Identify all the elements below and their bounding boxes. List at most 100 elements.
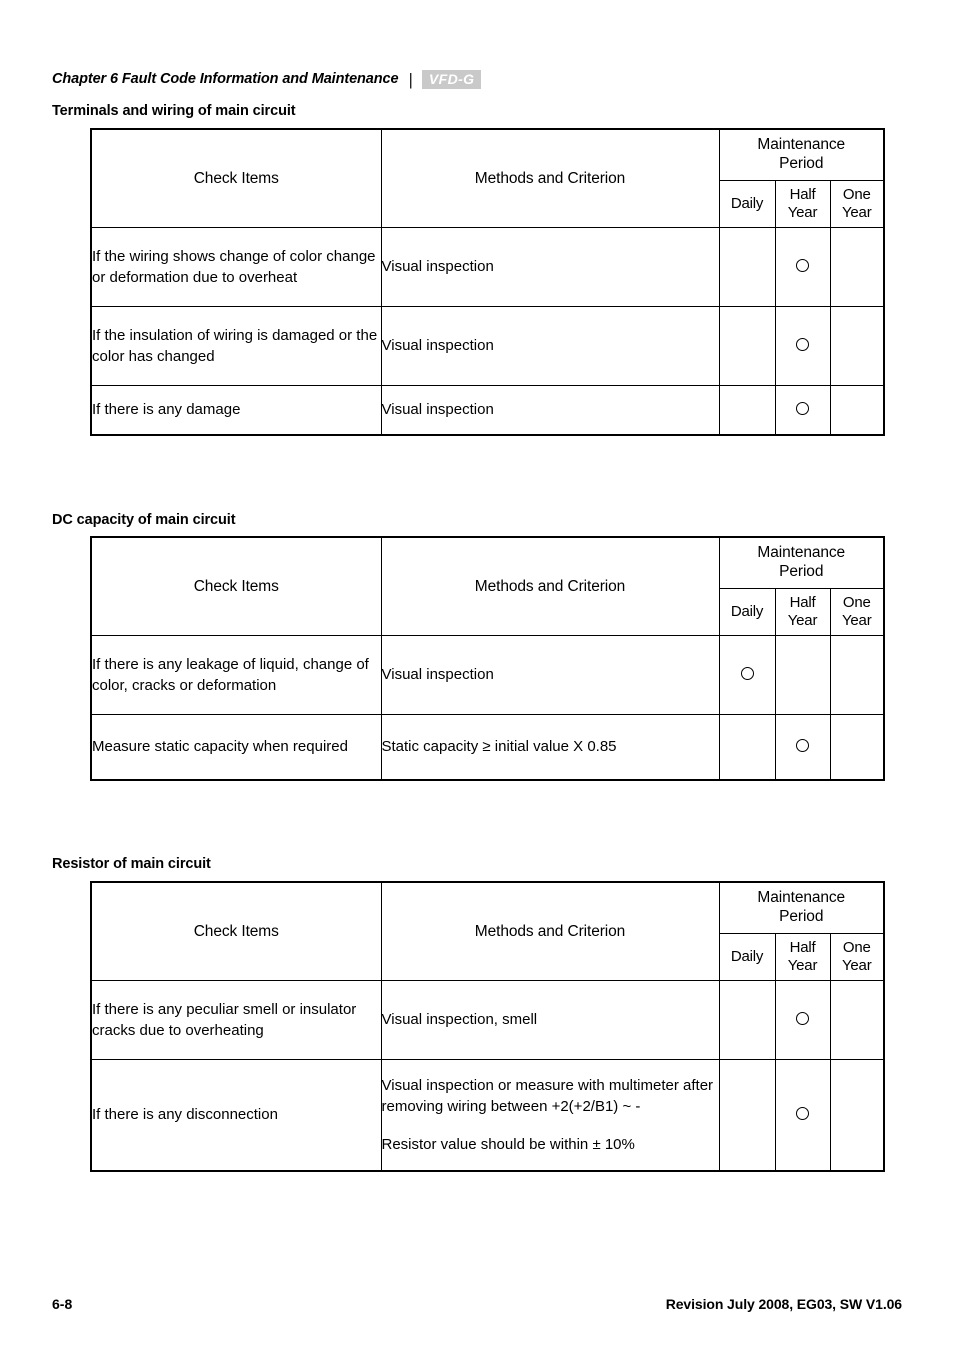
section-caption-resistor: Resistor of main circuit (52, 856, 211, 872)
cell-method: Visual inspection or measure with multim… (380, 1059, 720, 1172)
cell-daily-mark (718, 1059, 776, 1172)
cell-method: Visual inspection (380, 635, 720, 715)
col-header-check-items: Check Items (90, 536, 382, 636)
period-line-2: Period (779, 908, 824, 925)
col-header-one-year: One Year (829, 588, 885, 636)
method-line: Visual inspection (381, 258, 494, 276)
check-circle-icon (796, 1106, 809, 1120)
table-row: Measure static capacity when required St… (90, 714, 885, 781)
method-line: Visual inspection, smell (381, 1011, 538, 1029)
period-line-1: Maintenance (757, 889, 846, 907)
cell-half-year-mark (774, 980, 831, 1060)
table-terminals-and-wiring: Check Items Methods and Criterion Mainte… (90, 128, 885, 436)
half-year-line-2: Year (787, 957, 818, 974)
table-body: If there is any leakage of liquid, chang… (90, 635, 885, 781)
section-caption-dc-capacity: DC capacity of main circuit (52, 512, 236, 528)
period-line-1: Maintenance (757, 544, 846, 562)
cell-method: Static capacity ≥ initial value X 0.85 (380, 714, 720, 781)
cell-method: Visual inspection, smell (380, 980, 720, 1060)
section-caption-terminals-wiring: Terminals and wiring of main circuit (52, 103, 296, 119)
cell-daily-mark (718, 714, 776, 781)
half-year-line-1: Half (789, 939, 816, 957)
table-body: If there is any peculiar smell or insula… (90, 980, 885, 1172)
cell-daily-mark (718, 306, 776, 386)
check-circle-icon (796, 258, 809, 272)
col-header-daily: Daily (718, 180, 776, 228)
cell-check-item: Measure static capacity when required (90, 714, 382, 781)
cell-half-year-mark (774, 635, 831, 715)
vfd-g-logo-text: VFD-G (428, 71, 475, 87)
method-line: Visual inspection (381, 337, 494, 355)
table-row: If there is any damage Visual inspection (90, 385, 885, 436)
table-row: If there is any leakage of liquid, chang… (90, 635, 885, 715)
table-header: Check Items Methods and Criterion Mainte… (90, 881, 885, 981)
one-year-line-2: Year (841, 957, 872, 974)
check-circle-icon (796, 1011, 809, 1025)
col-header-check-items: Check Items (90, 881, 382, 981)
check-circle-icon (796, 401, 809, 415)
cell-method: Visual inspection (380, 306, 720, 386)
cell-one-year-mark (829, 714, 885, 781)
vfd-g-logo: VFD-G (421, 69, 482, 89)
cell-half-year-mark (774, 227, 831, 307)
col-header-half-year: Half Year (774, 180, 831, 228)
method-line: Resistor value should be within ± 10% (381, 1136, 635, 1154)
cell-one-year-mark (829, 635, 885, 715)
cell-check-item: If there is any damage (90, 385, 382, 436)
one-year-line-1: One (842, 186, 871, 204)
cell-one-year-mark (829, 980, 885, 1060)
cell-daily-mark (718, 227, 776, 307)
cell-check-item: If there is any disconnection (90, 1059, 382, 1172)
col-header-half-year: Half Year (774, 588, 831, 636)
check-circle-icon (740, 666, 754, 680)
check-circle-icon (796, 337, 809, 351)
period-line-2: Period (779, 155, 824, 172)
col-header-methods: Methods and Criterion (380, 536, 720, 636)
method-line: Visual inspection (381, 401, 494, 419)
period-line-2: Period (779, 563, 824, 580)
page-footer: 6-8 Revision July 2008, EG03, SW V1.06 (52, 1296, 902, 1312)
chapter-title: Chapter 6 Fault Code Information and Mai… (52, 71, 399, 87)
revision-info: Revision July 2008, EG03, SW V1.06 (665, 1296, 902, 1312)
table-dc-capacity: Check Items Methods and Criterion Mainte… (90, 536, 885, 781)
col-header-maintenance-period: Maintenance Period (718, 536, 885, 589)
cell-half-year-mark (774, 1059, 831, 1172)
method-line: Visual inspection (381, 666, 494, 684)
cell-check-item: If the insulation of wiring is damaged o… (90, 306, 382, 386)
method-line: Static capacity ≥ initial value X 0.85 (381, 738, 617, 756)
col-header-daily: Daily (718, 588, 776, 636)
cell-check-item: If the wiring shows change of color chan… (90, 227, 382, 307)
one-year-line-2: Year (841, 612, 872, 629)
half-year-line-2: Year (787, 612, 818, 629)
col-header-maintenance-period: Maintenance Period (718, 881, 885, 934)
cell-daily-mark (718, 385, 776, 436)
col-header-one-year: One Year (829, 180, 885, 228)
half-year-line-1: Half (789, 186, 816, 204)
page-running-header: Chapter 6 Fault Code Information and Mai… (52, 68, 482, 90)
table-header: Check Items Methods and Criterion Mainte… (90, 128, 885, 228)
cell-daily-mark (718, 980, 776, 1060)
col-header-methods: Methods and Criterion (380, 128, 720, 228)
header-separator: | (408, 69, 413, 89)
half-year-line-1: Half (789, 594, 816, 612)
one-year-line-1: One (842, 594, 871, 612)
cell-one-year-mark (829, 306, 885, 386)
cell-daily-mark (718, 635, 776, 715)
cell-check-item: If there is any peculiar smell or insula… (90, 980, 382, 1060)
cell-half-year-mark (774, 385, 831, 436)
col-header-one-year: One Year (829, 933, 885, 981)
period-line-1: Maintenance (757, 136, 846, 154)
col-header-half-year: Half Year (774, 933, 831, 981)
cell-half-year-mark (774, 306, 831, 386)
table-row: If there is any peculiar smell or insula… (90, 980, 885, 1060)
col-header-daily: Daily (718, 933, 776, 981)
table-row: If the insulation of wiring is damaged o… (90, 306, 885, 386)
table-header: Check Items Methods and Criterion Mainte… (90, 536, 885, 636)
cell-one-year-mark (829, 385, 885, 436)
half-year-line-2: Year (787, 204, 818, 221)
method-line: Visual inspection or measure with multim… (381, 1076, 714, 1115)
col-header-check-items: Check Items (90, 128, 382, 228)
cell-check-item: If there is any leakage of liquid, chang… (90, 635, 382, 715)
page-number: 6-8 (52, 1296, 73, 1312)
one-year-line-1: One (842, 939, 871, 957)
